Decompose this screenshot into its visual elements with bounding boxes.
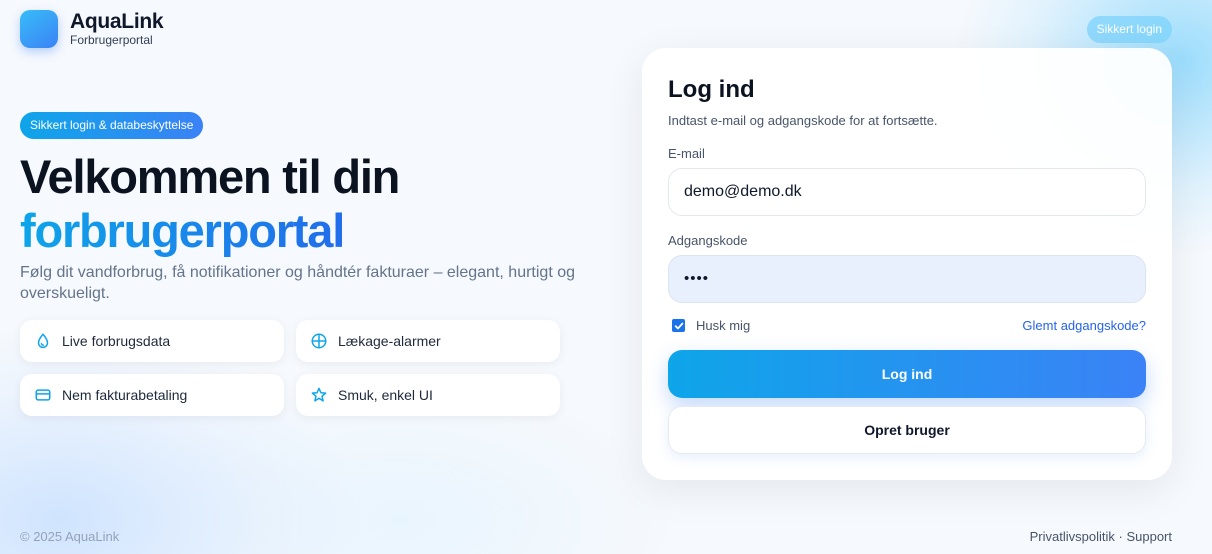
feature-label: Live forbrugsdata [62,333,171,349]
secure-login-pill: Sikkert login [1086,16,1172,43]
globe-icon [311,333,327,349]
feature-item-leak-alarms: Lækage-alarmer [296,320,560,362]
footer-separator: · [1114,529,1127,544]
password-field[interactable]: •••• [668,255,1146,303]
feature-label: Nem fakturabetaling [62,387,188,403]
login-card: Log ind Indtast e-mail og adgangskode fo… [642,48,1172,480]
footer-links: Privatlivspolitik · Support [1030,529,1172,544]
brand[interactable]: AquaLink Forbrugerportal [20,10,164,48]
remember-me-label[interactable]: Husk mig [696,318,750,333]
privacy-policy-link[interactable]: Privatlivspolitik [1030,529,1115,544]
brand-name: AquaLink [70,10,164,33]
aqualink-logo-icon [20,10,58,48]
hero-title: Velkommen til din forbrugerportal [20,150,400,258]
star-icon [311,387,327,402]
remember-me[interactable]: Husk mig [672,318,750,333]
remember-me-checkbox[interactable] [672,319,685,332]
feature-item-simple-ui: Smuk, enkel UI [296,374,560,416]
brand-text: AquaLink Forbrugerportal [70,10,164,48]
feature-item-live-data: Live forbrugsdata [20,320,284,362]
password-label: Adgangskode [668,233,748,248]
checkmark-icon [674,322,683,329]
feature-list: Live forbrugsdata Lækage-alarmer Nem fak… [20,320,560,416]
security-badge: Sikkert login & databeskyttelse [20,112,204,139]
login-subtitle: Indtast e-mail og adgangskode for at for… [668,113,938,128]
hero-title-line2: forbrugerportal [20,204,399,258]
support-link[interactable]: Support [1126,529,1172,544]
email-label: E-mail [668,146,705,161]
forgot-password-link[interactable]: Glemt adgangskode? [1022,318,1146,333]
feature-label: Smuk, enkel UI [338,387,433,403]
brand-subtitle: Forbrugerportal [70,33,153,47]
email-field[interactable]: demo@demo.dk [668,168,1146,216]
credit-card-icon [35,389,51,401]
login-title: Log ind [668,76,755,103]
feature-label: Lækage-alarmer [338,333,441,349]
register-button[interactable]: Opret bruger [668,406,1146,454]
hero-title-line1: Velkommen til din [20,150,400,203]
feature-item-invoice-payment: Nem fakturabetaling [20,374,284,416]
login-button[interactable]: Log ind [668,350,1146,398]
copyright: © 2025 AquaLink [20,529,120,544]
water-drop-icon [37,333,49,349]
hero-description: Følg dit vandforbrug, få notifikationer … [20,264,575,302]
